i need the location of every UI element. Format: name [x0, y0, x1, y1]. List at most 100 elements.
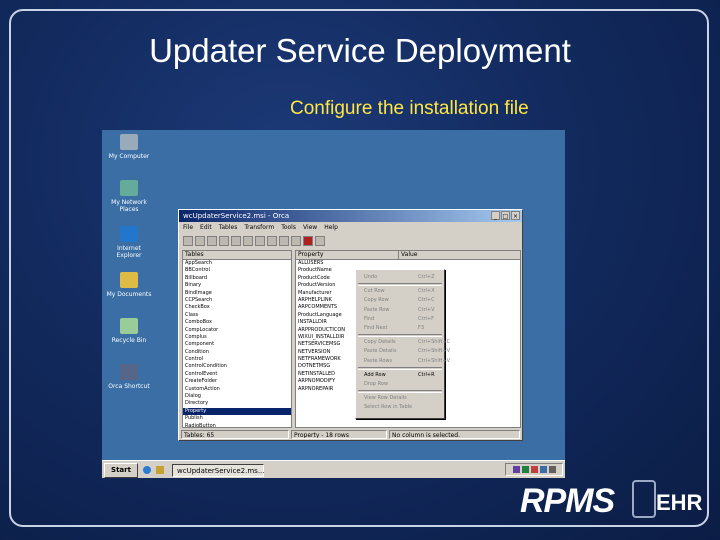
- desktop-icon-1[interactable]: My Network Places: [104, 180, 154, 213]
- table-list-item[interactable]: Complus: [183, 334, 291, 341]
- table-list-item[interactable]: Binary: [183, 282, 291, 289]
- shield-icon[interactable]: [512, 466, 520, 473]
- desktop-icon-5[interactable]: Orca Shortcut: [104, 364, 154, 390]
- menu-view[interactable]: View: [303, 222, 317, 233]
- status-column: No column is selected.: [389, 430, 520, 439]
- desktop-icon-label: My Documents: [106, 291, 152, 298]
- context-menu-label: Drop Row: [364, 380, 389, 387]
- property-column-header[interactable]: Property: [296, 251, 399, 260]
- desktop-screenshot: My Computer My Network Places Internet Exp…: [102, 130, 565, 478]
- add-table-icon[interactable]: [255, 236, 265, 246]
- context-menu-label: Copy Row: [364, 297, 389, 304]
- table-list-item[interactable]: ControlCondition: [183, 363, 291, 370]
- table-list-item[interactable]: RadioButton: [183, 423, 291, 427]
- menu-tables[interactable]: Tables: [219, 222, 238, 233]
- context-menu-item[interactable]: Drop Row: [356, 380, 444, 389]
- table-list-item[interactable]: CreateFolder: [183, 378, 291, 385]
- table-list-item[interactable]: ControlEvent: [183, 371, 291, 378]
- volume-icon[interactable]: [539, 466, 547, 473]
- validate-icon[interactable]: [291, 236, 301, 246]
- menu-transform[interactable]: Transform: [244, 222, 274, 233]
- error-icon[interactable]: [303, 236, 313, 246]
- drop-table-icon[interactable]: [267, 236, 277, 246]
- alert-tray-icon[interactable]: [530, 466, 538, 473]
- table-list-item[interactable]: Condition: [183, 349, 291, 356]
- copy-icon[interactable]: [231, 236, 241, 246]
- context-menu-item[interactable]: Select Row in Table: [356, 403, 444, 412]
- tables-header: Tables: [183, 251, 291, 260]
- taskbar-orca-button[interactable]: wcUpdaterService2.ms...: [172, 463, 265, 477]
- context-menu-shortcut: Ctrl+Z: [418, 274, 435, 280]
- value-cell[interactable]: [397, 260, 520, 267]
- context-menu-label: Paste Rows: [364, 357, 393, 364]
- paste-icon[interactable]: [243, 236, 253, 246]
- desktop-icon-2[interactable]: Internet Explorer: [104, 226, 154, 259]
- table-list-item[interactable]: AppSearch: [183, 260, 291, 267]
- desktop-icon-label: Recycle Bin: [111, 337, 147, 344]
- taskbar: Start wcUpdaterService2.ms...: [102, 460, 565, 478]
- context-menu-item[interactable]: Copy Row Ctrl+C: [356, 296, 444, 305]
- context-menu-item[interactable]: Paste Rows Ctrl+Shift+V: [356, 357, 450, 366]
- context-menu-item[interactable]: Copy Details Ctrl+Shift+C: [356, 338, 450, 347]
- menu-file[interactable]: File: [183, 222, 193, 233]
- table-list-item[interactable]: Component: [183, 341, 291, 348]
- window-title: wcUpdaterService2.msi - Orca: [183, 212, 290, 220]
- table-list-item[interactable]: Billboard: [183, 275, 291, 282]
- save-icon[interactable]: [207, 236, 217, 246]
- table-list-item[interactable]: Property: [183, 407, 291, 416]
- window-titlebar[interactable]: wcUpdaterService2.msi - Orca _ □ ×: [179, 210, 522, 222]
- context-menu-shortcut: Ctrl+Shift+C: [418, 339, 451, 346]
- table-list-item[interactable]: Class: [183, 312, 291, 319]
- table-list-item[interactable]: Directory: [183, 400, 291, 407]
- transform-icon[interactable]: [315, 236, 325, 246]
- add-row-icon[interactable]: [279, 236, 289, 246]
- context-menu-item[interactable]: Find Next F3: [356, 324, 444, 333]
- menu-help[interactable]: Help: [324, 222, 338, 233]
- property-cell[interactable]: ALLUSERS: [296, 260, 397, 267]
- desktop-icon-0[interactable]: My Computer: [104, 134, 154, 160]
- menu-separator: [358, 366, 442, 370]
- context-menu-item[interactable]: Find Ctrl+F: [356, 315, 444, 324]
- context-menu-label: Paste Details: [364, 348, 397, 355]
- start-button[interactable]: Start: [104, 462, 138, 478]
- table-list-item[interactable]: CustomAction: [183, 386, 291, 393]
- cut-icon[interactable]: [219, 236, 229, 246]
- menu-tools[interactable]: Tools: [281, 222, 296, 233]
- table-list-item[interactable]: Dialog: [183, 393, 291, 400]
- table-list-item[interactable]: ComboBox: [183, 319, 291, 326]
- context-menu-item[interactable]: Add Row Ctrl+R: [356, 371, 444, 380]
- close-button[interactable]: ×: [511, 211, 520, 220]
- table-list-item[interactable]: BindImage: [183, 290, 291, 297]
- menu-edit[interactable]: Edit: [200, 222, 212, 233]
- context-menu-shortcut: Ctrl+V: [418, 306, 435, 313]
- minimize-button[interactable]: _: [491, 211, 500, 220]
- desktop-icon-3[interactable]: My Documents: [104, 272, 154, 298]
- table-list-item[interactable]: Control: [183, 356, 291, 363]
- table-list-item[interactable]: CompLocator: [183, 327, 291, 334]
- folder-quicklaunch-icon[interactable]: [156, 466, 164, 474]
- network-tray-icon[interactable]: [521, 466, 529, 473]
- table-list-item[interactable]: Publish: [183, 415, 291, 422]
- desktop-icon-label: My Network Places: [111, 199, 147, 213]
- context-menu-item[interactable]: Cut Row Ctrl+X: [356, 287, 444, 296]
- value-column-header[interactable]: Value: [399, 251, 520, 260]
- tables-pane[interactable]: Tables AppSearch BBControl Billboard Binary…: [182, 250, 292, 428]
- orca-window[interactable]: wcUpdaterService2.msi - Orca _ □ × File E…: [178, 209, 523, 441]
- table-list-item[interactable]: CheckBox: [183, 304, 291, 311]
- context-menu-shortcut: Ctrl+Shift+V: [418, 357, 451, 364]
- context-menu-shortcut: Ctrl+F: [418, 315, 434, 322]
- table-list-item[interactable]: BBControl: [183, 267, 291, 274]
- desktop-icon-4[interactable]: Recycle Bin: [104, 318, 154, 344]
- table-list-item[interactable]: CCPSearch: [183, 297, 291, 304]
- context-menu-item[interactable]: Paste Row Ctrl+V: [356, 306, 444, 315]
- slide-subtitle: Configure the installation file: [290, 98, 529, 119]
- context-menu-label: View Row Details: [364, 395, 407, 402]
- context-menu-item[interactable]: Undo Ctrl+Z: [356, 273, 444, 282]
- ie-quicklaunch-icon[interactable]: [143, 466, 151, 474]
- new-icon[interactable]: [183, 236, 193, 246]
- open-icon[interactable]: [195, 236, 205, 246]
- context-menu-item[interactable]: Paste Details Ctrl+Shift+V: [356, 347, 450, 356]
- context-menu-shortcut: Ctrl+X: [418, 288, 435, 295]
- maximize-button[interactable]: □: [501, 211, 510, 220]
- context-menu-item[interactable]: View Row Details: [356, 394, 444, 403]
